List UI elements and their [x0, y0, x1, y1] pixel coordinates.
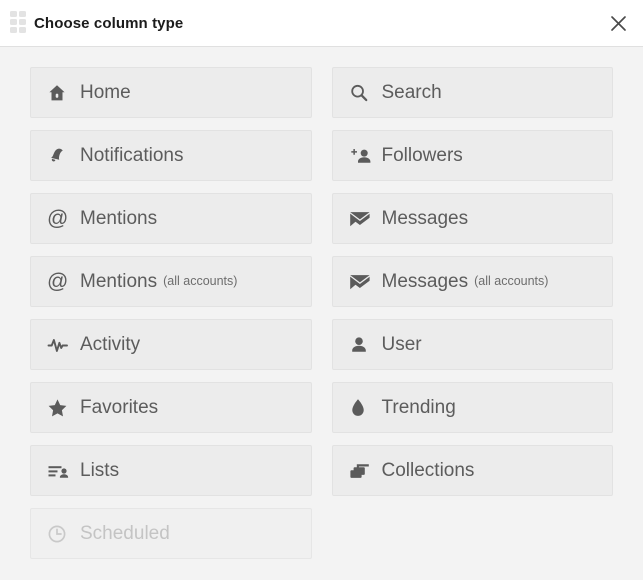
column-type-lists[interactable]: Lists: [30, 445, 312, 496]
column-type-scheduled: Scheduled: [30, 508, 312, 559]
drag-dots-icon[interactable]: [10, 11, 28, 35]
column-type-label: Search: [381, 82, 442, 103]
column-type-search[interactable]: Search: [331, 67, 613, 118]
user-icon: [349, 334, 373, 356]
flame-icon: [349, 397, 373, 419]
column-type-mentions[interactable]: @ Mentions: [30, 193, 312, 244]
stacked-cards-icon: [349, 460, 373, 482]
dialog-body: Home Search Notifications Followers @ Mention…: [0, 46, 643, 580]
clock-icon: [47, 523, 71, 545]
column-type-user[interactable]: User: [331, 319, 613, 370]
column-type-label: Messages: [381, 208, 469, 229]
dialog-title: Choose column type: [34, 14, 184, 32]
home-icon: [47, 82, 71, 104]
column-type-label: Notifications: [80, 145, 184, 166]
column-type-label: Messages: [381, 271, 469, 292]
column-type-home[interactable]: Home: [30, 67, 312, 118]
column-type-label: Favorites: [80, 397, 159, 418]
column-type-favorites[interactable]: Favorites: [30, 382, 312, 433]
envelope-icon: [349, 208, 373, 230]
column-type-grid: Home Search Notifications Followers @ Mention…: [30, 67, 613, 559]
column-type-trending[interactable]: Trending: [331, 382, 613, 433]
column-type-label: Activity: [80, 334, 141, 355]
column-type-label: Collections: [381, 460, 475, 481]
close-icon[interactable]: [603, 8, 633, 38]
envelope-icon: [349, 271, 373, 293]
list-user-icon: [47, 460, 71, 482]
column-type-sublabel: (all accounts): [474, 274, 549, 289]
column-type-followers[interactable]: Followers: [331, 130, 613, 181]
column-type-label: User: [381, 334, 422, 355]
column-type-collections[interactable]: Collections: [331, 445, 613, 496]
pulse-icon: [47, 334, 71, 356]
dialog-titlebar: Choose column type: [0, 0, 643, 46]
column-type-messages[interactable]: Messages: [331, 193, 613, 244]
choose-column-type-dialog: Choose column type Home Search Notificatio…: [0, 0, 643, 580]
column-type-label: Scheduled: [80, 523, 170, 544]
column-type-label: Mentions: [80, 208, 158, 229]
column-type-notifications[interactable]: Notifications: [30, 130, 312, 181]
column-type-label: Trending: [381, 397, 456, 418]
user-plus-icon: [349, 145, 373, 167]
bell-icon: [47, 145, 71, 167]
column-type-label: Lists: [80, 460, 120, 481]
column-type-label: Mentions: [80, 271, 158, 292]
column-type-messages-all-accounts[interactable]: Messages (all accounts): [331, 256, 613, 307]
column-type-activity[interactable]: Activity: [30, 319, 312, 370]
at-icon: @: [47, 207, 69, 230]
column-type-mentions-all-accounts[interactable]: @ Mentions (all accounts): [30, 256, 312, 307]
column-type-label: Home: [80, 82, 131, 103]
column-type-label: Followers: [381, 145, 463, 166]
column-type-sublabel: (all accounts): [163, 274, 238, 289]
star-icon: [47, 397, 71, 419]
search-icon: [349, 82, 373, 104]
at-icon: @: [47, 270, 69, 293]
